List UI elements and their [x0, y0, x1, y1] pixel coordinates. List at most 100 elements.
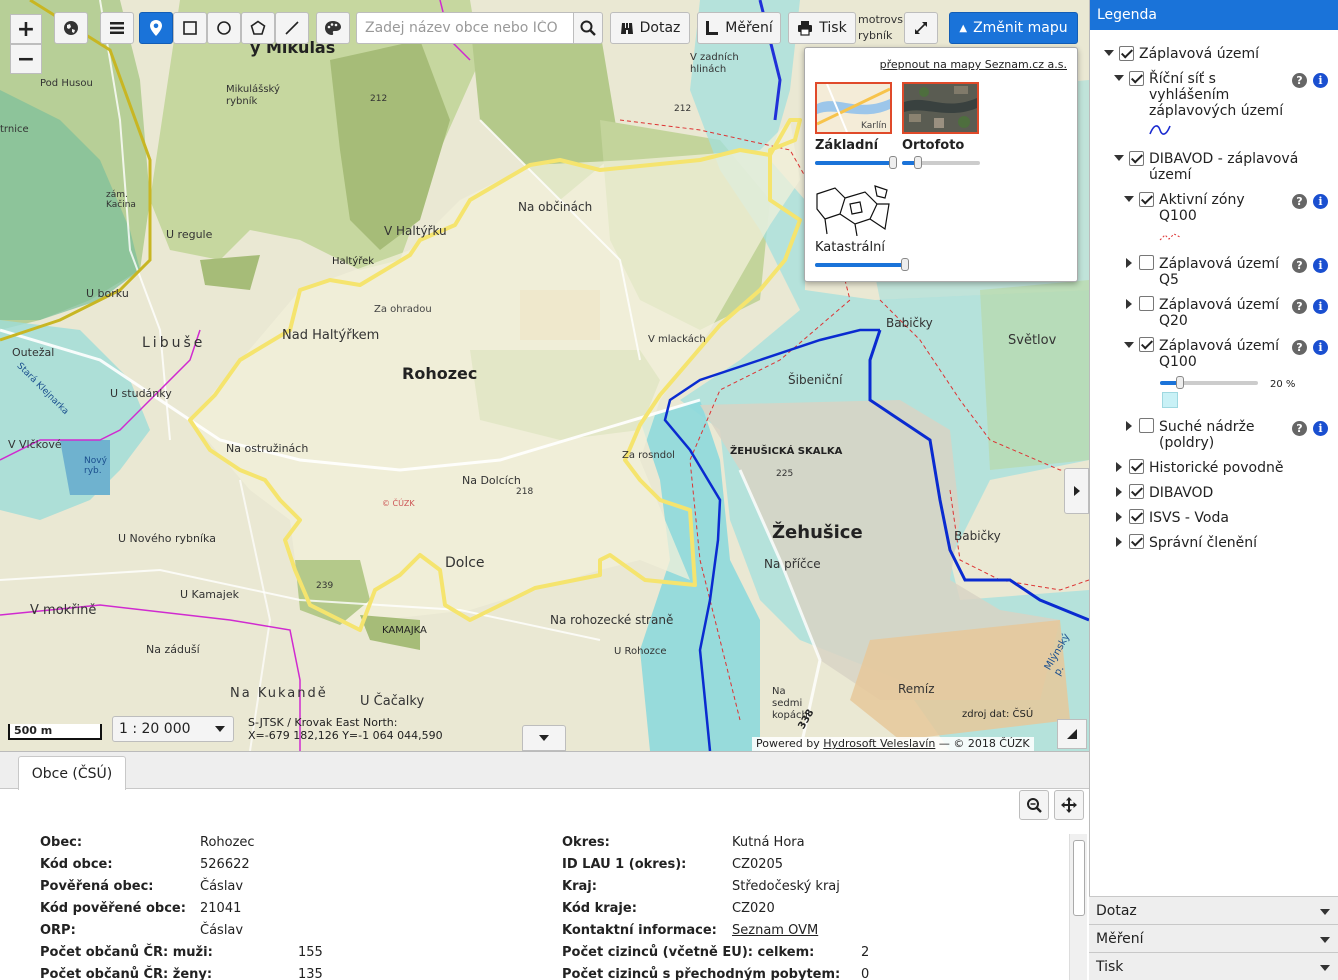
expand-aktivni-zony-icon[interactable] — [1124, 196, 1134, 202]
basemap-basic-opacity-slider[interactable] — [815, 156, 897, 169]
polygon-select-button[interactable] — [241, 12, 275, 44]
expand-q20-icon[interactable] — [1126, 299, 1132, 309]
zoom-in-button[interactable]: + — [10, 14, 42, 44]
accordion-tisk-label: Tisk — [1096, 959, 1124, 975]
info-scrollbar[interactable] — [1069, 834, 1087, 980]
expand-zaplavova-uzemi-icon[interactable] — [1104, 50, 1114, 56]
rectangle-select-button[interactable] — [173, 12, 207, 44]
checkbox-aktivni-zony[interactable] — [1139, 192, 1154, 207]
expand-dibavod-zaplavova-icon[interactable] — [1114, 155, 1124, 161]
overview-map-button[interactable] — [1057, 719, 1087, 749]
checkbox-q100[interactable] — [1139, 337, 1154, 352]
circle-select-button[interactable] — [207, 12, 241, 44]
credits-link[interactable]: Hydrosoft Veleslavín — [823, 737, 935, 750]
menu-button[interactable] — [100, 12, 134, 44]
search-button[interactable] — [573, 12, 603, 44]
info-icon[interactable]: i — [1313, 299, 1328, 314]
tab-obce[interactable]: Obce (ČSÚ) — [18, 756, 126, 790]
print-button[interactable]: Tisk — [788, 12, 856, 44]
checkbox-suche-nadrze[interactable] — [1139, 418, 1154, 433]
info-icon[interactable]: i — [1313, 73, 1328, 88]
cadastral-map-thumbnail-icon — [815, 184, 892, 236]
search-input[interactable] — [356, 12, 574, 44]
help-icon[interactable]: ? — [1292, 194, 1307, 209]
scale-select[interactable]: 1 : 20 000 — [112, 716, 234, 742]
accordion-mereni[interactable]: Měření — [1089, 924, 1338, 952]
expand-suche-nadrze-icon[interactable] — [1126, 421, 1132, 431]
map-label-rohozec: Rohozec — [402, 364, 478, 383]
basemap-ortho-opacity-handle[interactable] — [913, 156, 922, 169]
right-value[interactable]: Seznam OVM — [732, 923, 818, 938]
checkbox-dibavod-zaplavova[interactable] — [1129, 151, 1144, 166]
zoom-to-feature-button[interactable] — [1019, 790, 1049, 820]
map-label-u-regule: U regule — [166, 228, 213, 241]
basemap-cadastral-opacity-handle[interactable] — [901, 258, 909, 271]
info-icon[interactable]: i — [1313, 194, 1328, 209]
zoom-magnifier-icon — [1027, 798, 1042, 813]
checkbox-q20[interactable] — [1139, 296, 1154, 311]
collapse-panel-button[interactable] — [522, 725, 566, 751]
switch-to-seznam-link[interactable]: přepnout na mapy Seznam.cz a.s. — [880, 58, 1067, 71]
caret-up-icon: ▲ — [959, 22, 968, 34]
globe-icon — [64, 21, 78, 35]
expand-spravni-icon[interactable] — [1116, 537, 1122, 547]
point-select-button[interactable] — [139, 12, 173, 44]
checkbox-q5[interactable] — [1139, 255, 1154, 270]
expand-ricni-sit-icon[interactable] — [1114, 75, 1124, 81]
zoom-out-button[interactable]: − — [10, 44, 42, 74]
accordion-tisk[interactable]: Tisk — [1089, 952, 1338, 980]
basemap-ortho-thumbnail[interactable] — [902, 82, 979, 134]
q100-opacity-slider[interactable] — [1160, 376, 1258, 389]
expand-isvs-icon[interactable] — [1116, 512, 1122, 522]
basemap-basic-thumbnail[interactable]: Karlín — [815, 82, 892, 134]
checkbox-spravni[interactable] — [1129, 534, 1144, 549]
checkbox-historicke[interactable] — [1129, 459, 1144, 474]
right-value: CZ020 — [732, 901, 775, 916]
help-icon[interactable]: ? — [1292, 421, 1307, 436]
basemap-cadastral[interactable]: Katastrální — [815, 184, 909, 271]
basemap-basic[interactable]: Karlín Základní — [815, 82, 897, 169]
legend-toggle-button[interactable] — [1064, 468, 1089, 514]
fullscreen-button[interactable] — [904, 12, 938, 44]
help-icon[interactable]: ? — [1292, 340, 1307, 355]
help-icon[interactable]: ? — [1292, 299, 1307, 314]
help-icon[interactable]: ? — [1292, 258, 1307, 273]
change-map-button[interactable]: ▲ Změnit mapu — [949, 12, 1078, 44]
map-label-h225: 225 — [776, 469, 794, 479]
basemap-cadastral-thumbnail[interactable] — [815, 184, 892, 236]
globe-button[interactable] — [54, 12, 88, 44]
info-icon[interactable]: i — [1313, 258, 1328, 273]
map-label-u-kamajek: U Kamajek — [180, 588, 239, 601]
map-marker-icon — [150, 20, 162, 36]
basemap-basic-opacity-handle[interactable] — [889, 156, 897, 169]
checkbox-dibavod[interactable] — [1129, 484, 1144, 499]
checkbox-isvs[interactable] — [1129, 509, 1144, 524]
pan-to-feature-button[interactable] — [1054, 790, 1084, 820]
expand-q100-icon[interactable] — [1124, 342, 1134, 348]
right-key: Kontaktní informace: — [562, 923, 717, 938]
basemap-ortho-opacity-slider[interactable] — [902, 156, 980, 169]
info-icon[interactable]: i — [1313, 421, 1328, 436]
scrollbar-thumb[interactable] — [1073, 840, 1085, 916]
layers-button[interactable] — [316, 12, 350, 44]
query-button[interactable]: Dotaz — [610, 12, 690, 44]
q100-opacity-handle[interactable] — [1175, 376, 1184, 389]
expand-dibavod-icon[interactable] — [1116, 487, 1122, 497]
layer-q20: Záplavová území Q20 — [1159, 297, 1280, 329]
help-icon[interactable]: ? — [1292, 73, 1307, 88]
map-canvas[interactable]: Rohozec Žehušice Libuše Dolce ý Mikuláš … — [0, 0, 1089, 751]
expand-q5-icon[interactable] — [1126, 258, 1132, 268]
line-select-button[interactable] — [275, 12, 309, 44]
expand-historicke-icon[interactable] — [1116, 462, 1122, 472]
basemap-cadastral-opacity-slider[interactable] — [815, 258, 909, 271]
expand-icon — [915, 22, 927, 34]
basemap-ortho[interactable]: Ortofoto — [902, 82, 980, 169]
checkbox-zaplavova-uzemi[interactable] — [1119, 46, 1134, 61]
measure-button[interactable]: Měření — [697, 12, 781, 44]
right-key: Kód kraje: — [562, 901, 637, 916]
accordion-dotaz[interactable]: Dotaz — [1089, 896, 1338, 924]
info-icon[interactable]: i — [1313, 340, 1328, 355]
map-label-za-rosndol: Za rosndol — [622, 450, 675, 461]
checkbox-ricni-sit[interactable] — [1129, 71, 1144, 86]
left-value: Čáslav — [200, 923, 244, 938]
